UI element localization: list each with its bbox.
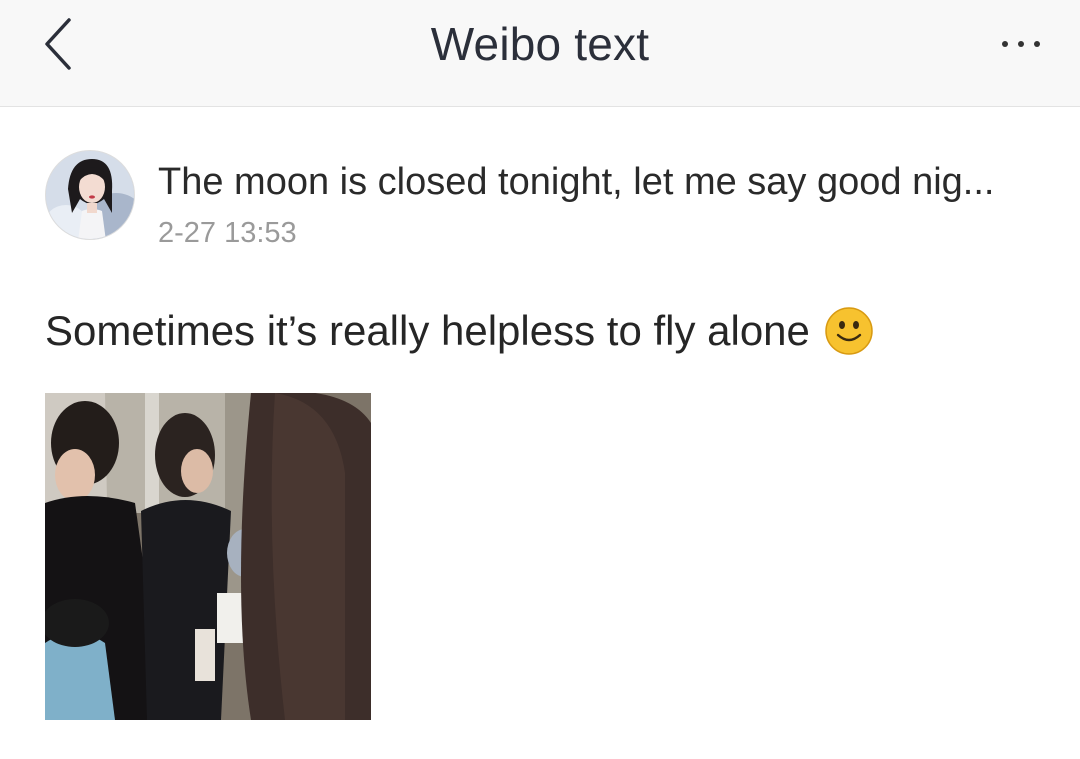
more-dot [1002,41,1008,47]
post-photo[interactable] [45,393,371,720]
avatar[interactable] [45,150,135,240]
post-photo-image [45,393,371,720]
post-text: Sometimes it’s really helpless to fly al… [45,307,810,354]
more-dot [1018,41,1024,47]
post-body: Sometimes it’s really helpless to fly al… [45,306,874,356]
post-author-line[interactable]: The moon is closed tonight, let me say g… [158,161,994,204]
post-timestamp: 2-27 13:53 [158,217,297,249]
more-dot [1034,41,1040,47]
weibo-post: The moon is closed tonight, let me say g… [0,107,1080,759]
avatar-image [46,151,134,239]
more-options-button[interactable] [986,20,1056,68]
page-title: Weibo text [430,18,650,70]
smile-emoji-icon [825,307,873,355]
top-navigation-bar: Weibo text [0,0,1080,107]
